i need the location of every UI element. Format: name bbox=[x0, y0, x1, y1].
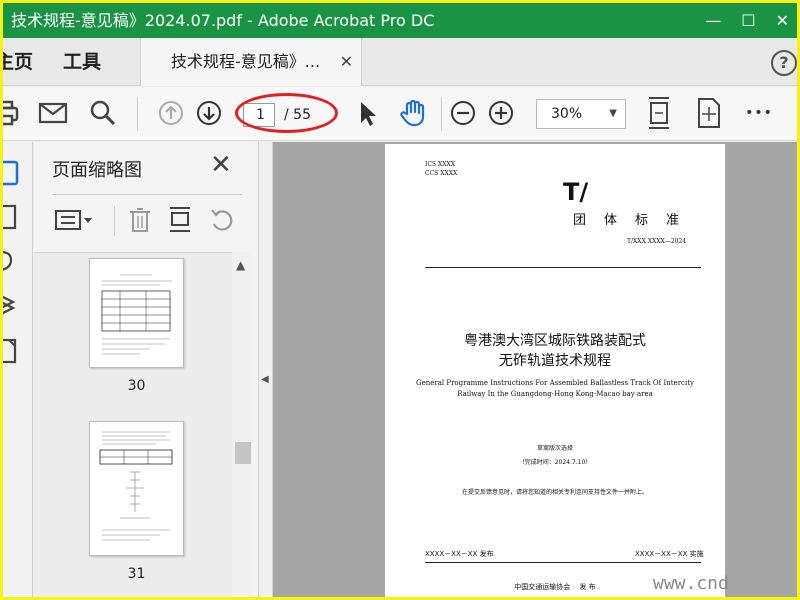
thumbnails-panel: 页面缩略图 ✕ 30 31 ▲ bbox=[34, 142, 259, 597]
toolbar: 1 / 55 30% ▼ ••• bbox=[3, 87, 797, 141]
pdf-page: ICS XXXX CCS XXXX T/ 团体标准 T/XXX XXXX—202… bbox=[385, 144, 725, 597]
document-title-line1: 粤港澳大湾区城际铁路装配式 bbox=[464, 333, 646, 349]
feedback-notice: 在提交反馈意见时，请将您知道的相关专利连同支持性文件一并附上。 bbox=[461, 489, 648, 496]
delete-page-icon[interactable] bbox=[124, 204, 156, 236]
toolbar-divider bbox=[441, 97, 442, 131]
app-window: 技术规程-意见稿》2024.07.pdf - Adobe Acrobat Pro… bbox=[3, 3, 797, 597]
thumbnail-options-icon[interactable] bbox=[52, 204, 96, 236]
attachments-icon[interactable] bbox=[3, 248, 23, 272]
search-icon[interactable] bbox=[87, 97, 119, 129]
toolbar-divider bbox=[137, 97, 138, 131]
watermark: www.cnd bbox=[653, 573, 729, 594]
page-thumbnail[interactable] bbox=[89, 421, 184, 556]
standard-number: T/XXX XXXX—2024 bbox=[627, 238, 687, 245]
tab-home[interactable]: 主页 bbox=[3, 38, 33, 86]
window-controls: — ☐ ✕ bbox=[705, 3, 789, 38]
window-title: 技术规程-意见稿》2024.07.pdf - Adobe Acrobat Pro… bbox=[11, 11, 435, 30]
panel-tool-divider bbox=[114, 206, 115, 236]
help-icon[interactable]: ? bbox=[771, 50, 797, 76]
english-title-line1: General Programme Instructions For Assem… bbox=[416, 379, 694, 387]
page-thumbnails-icon[interactable] bbox=[3, 160, 23, 186]
scrollbar-thumb[interactable] bbox=[235, 442, 251, 464]
thumbnail-page-number: 30 bbox=[127, 378, 146, 394]
zoom-level-select[interactable]: 30% ▼ bbox=[536, 99, 626, 129]
document-title-line2: 无砟轨道技术规程 bbox=[499, 353, 611, 369]
thumbnail-page-number: 31 bbox=[127, 566, 146, 582]
bookmarks-icon[interactable] bbox=[3, 204, 23, 230]
layers-icon[interactable] bbox=[3, 292, 23, 316]
footer-rule bbox=[425, 562, 701, 563]
close-window-button[interactable]: ✕ bbox=[776, 3, 789, 38]
draft-label: 草案版次选择 bbox=[536, 445, 573, 452]
red-highlight-circle bbox=[235, 93, 338, 133]
left-nav-rail bbox=[3, 142, 33, 597]
insert-page-icon[interactable] bbox=[164, 204, 196, 236]
rotate-page-icon[interactable] bbox=[206, 204, 238, 236]
maximize-button[interactable]: ☐ bbox=[741, 3, 755, 38]
email-icon[interactable] bbox=[37, 97, 69, 129]
english-title-line2: Railway In the Guangdong-Hong Kong-Macao… bbox=[457, 390, 653, 398]
print-icon[interactable] bbox=[3, 97, 21, 129]
minimize-button[interactable]: — bbox=[705, 3, 721, 38]
tab-row: 主页 工具 技术规程-意见稿》... ✕ ? bbox=[3, 38, 797, 86]
tab-document[interactable]: 技术规程-意见稿》... ✕ bbox=[140, 38, 362, 86]
thumbnail-scrollbar[interactable]: ▲ bbox=[232, 252, 252, 597]
implement-date: XXXX－XX－XX 实施 bbox=[635, 550, 704, 558]
panel-collapse-handle[interactable]: ◀ bbox=[259, 142, 273, 597]
panel-title: 页面缩略图 bbox=[52, 160, 142, 181]
document-view[interactable]: ICS XXXX CCS XXXX T/ 团体标准 T/XXX XXXX—202… bbox=[273, 142, 797, 597]
close-panel-icon[interactable]: ✕ bbox=[210, 152, 232, 178]
document-tab-label: 技术规程-意见稿》... bbox=[171, 52, 321, 71]
header-rule bbox=[425, 267, 701, 268]
standard-logo: T/ bbox=[563, 178, 589, 206]
content-icon[interactable] bbox=[3, 338, 23, 364]
zoom-in-icon[interactable] bbox=[485, 97, 517, 129]
page-thumbnail[interactable] bbox=[89, 258, 184, 368]
zoom-out-icon[interactable] bbox=[447, 97, 479, 129]
more-tools-icon[interactable]: ••• bbox=[743, 97, 775, 129]
next-page-icon[interactable] bbox=[193, 97, 225, 129]
title-bar: 技术规程-意见稿》2024.07.pdf - Adobe Acrobat Pro… bbox=[3, 3, 797, 38]
hand-tool-icon[interactable] bbox=[398, 97, 430, 129]
publish-date: XXXX－XX－XX 发布 bbox=[425, 550, 494, 558]
chevron-down-icon: ▼ bbox=[609, 108, 617, 119]
zoom-value: 30% bbox=[551, 106, 583, 122]
thumbnail-list[interactable]: 30 31 bbox=[34, 252, 252, 597]
tab-tools[interactable]: 工具 bbox=[63, 38, 101, 86]
previous-page-icon[interactable] bbox=[155, 97, 187, 129]
panel-divider bbox=[52, 194, 242, 195]
fit-page-icon[interactable] bbox=[693, 97, 725, 129]
fit-width-icon[interactable] bbox=[643, 97, 675, 129]
select-cursor-icon[interactable] bbox=[351, 97, 383, 129]
collapse-arrow-icon: ◀ bbox=[261, 374, 269, 385]
draft-date: （完成时间：2024.7.10） bbox=[518, 459, 592, 466]
close-tab-button[interactable]: ✕ bbox=[340, 38, 353, 86]
standard-type: 团体标准 bbox=[573, 213, 698, 228]
ics-code: ICS XXXX CCS XXXX bbox=[425, 161, 458, 177]
scroll-up-icon[interactable]: ▲ bbox=[236, 258, 245, 272]
